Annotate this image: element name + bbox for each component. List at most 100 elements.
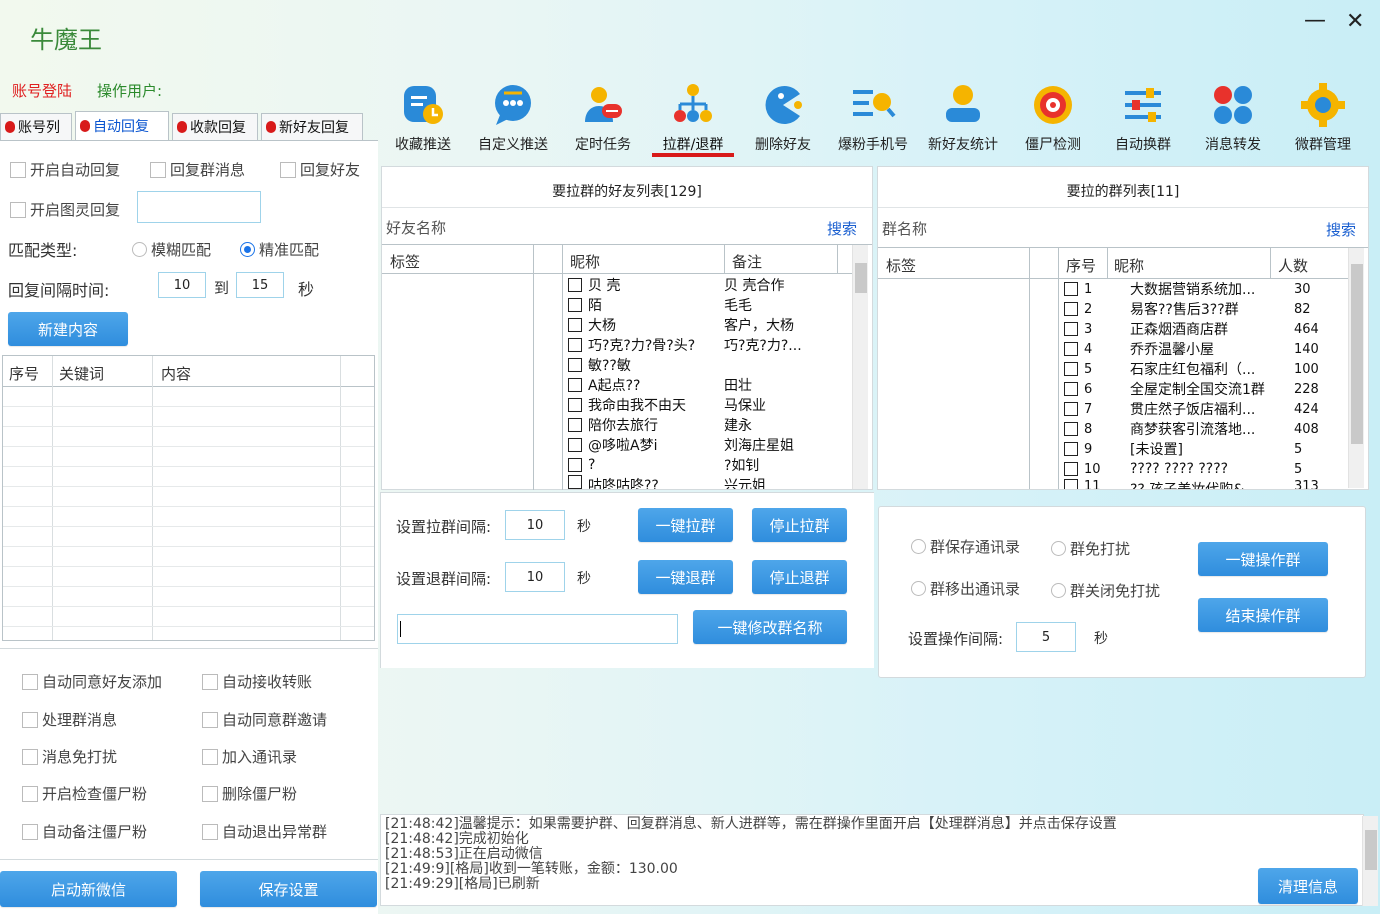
- toolbar-new-friend-stats[interactable]: 新好友统计: [920, 82, 1006, 154]
- row-checkbox[interactable]: [568, 398, 582, 412]
- row-checkbox[interactable]: [568, 378, 582, 392]
- group-row[interactable]: 4 乔乔温馨小屋 140: [1064, 339, 1319, 359]
- friend-row[interactable]: 咕咚咕咚?? 兴元姐: [568, 475, 834, 489]
- group-row[interactable]: 8 商梦获客引流落地... 408: [1064, 419, 1319, 439]
- stop-pull-group-button[interactable]: 停止拉群: [752, 508, 847, 542]
- scroll-thumb[interactable]: [1365, 830, 1377, 870]
- row-checkbox[interactable]: [1064, 382, 1078, 396]
- groups-search-link[interactable]: 搜索: [1326, 219, 1356, 240]
- friend-row[interactable]: 巧?克?力?骨?头? 巧?克?力?...: [568, 335, 834, 355]
- log-output[interactable]: [21:48:42]温馨提示：如果需要护群、回复群消息、新人进群等，需在群操作里…: [380, 814, 1364, 906]
- row-checkbox[interactable]: [1064, 302, 1078, 316]
- option-checkbox[interactable]: 加入通讯录: [202, 746, 297, 767]
- toolbar-delete-friend[interactable]: 删除好友: [740, 82, 826, 154]
- save-settings-button[interactable]: 保存设置: [200, 871, 377, 907]
- group-rename-input[interactable]: [397, 614, 678, 644]
- group-row[interactable]: 10 ???? ???? ???? 5: [1064, 459, 1302, 479]
- row-checkbox[interactable]: [1064, 479, 1078, 489]
- row-checkbox[interactable]: [568, 358, 582, 372]
- row-checkbox[interactable]: [568, 475, 582, 489]
- row-checkbox[interactable]: [568, 298, 582, 312]
- pull-interval-input[interactable]: 10: [505, 510, 565, 540]
- friend-row[interactable]: @哆啦A梦i 刘海庄星姐: [568, 435, 834, 455]
- col-header-tag[interactable]: 标签: [390, 251, 420, 272]
- group-row[interactable]: 3 正森烟酒商店群 464: [1064, 319, 1319, 339]
- group-row[interactable]: 11 ?? 孩子美妆代购&...313: [1064, 479, 1319, 489]
- group-row[interactable]: 1 大数据营销系统加... 30: [1064, 279, 1311, 299]
- save-to-contacts-radio[interactable]: 群保存通讯录: [911, 536, 1020, 557]
- friend-row[interactable]: 敏??敏: [568, 355, 834, 375]
- group-row[interactable]: 2 易客??售后3??群 82: [1064, 299, 1311, 319]
- mute-group-radio[interactable]: 群免打扰: [1051, 538, 1130, 559]
- start-new-wechat-button[interactable]: 启动新微信: [0, 871, 177, 907]
- one-key-rename-group-button[interactable]: 一键修改群名称: [693, 610, 847, 644]
- unmute-group-radio[interactable]: 群关闭免打扰: [1051, 580, 1160, 601]
- friend-row[interactable]: 我命由我不由天 马保业: [568, 395, 834, 415]
- toolbar-pull-quit-group[interactable]: 拉群/退群: [650, 82, 736, 154]
- end-operate-group-button[interactable]: 结束操作群: [1198, 598, 1328, 632]
- col-header-keyword[interactable]: 关键词: [59, 363, 104, 384]
- friend-row[interactable]: 贝 壳 贝 壳合作: [568, 275, 834, 295]
- col-header-index[interactable]: 序号: [1066, 255, 1096, 276]
- account-login-link[interactable]: 账号登陆: [12, 80, 72, 101]
- row-checkbox[interactable]: [1064, 422, 1078, 436]
- interval-from-input[interactable]: 10: [158, 272, 206, 298]
- friend-row[interactable]: 大杨 客户，大杨: [568, 315, 834, 335]
- group-row[interactable]: 6 全屋定制全国交流1群 228: [1064, 379, 1319, 399]
- friend-row[interactable]: ? ?如钊: [568, 455, 834, 475]
- toolbar-phone-fans[interactable]: 爆粉手机号: [830, 82, 916, 154]
- toolbar-micro-group-manage[interactable]: 微群管理: [1280, 82, 1366, 154]
- reply-friend-checkbox[interactable]: 回复好友: [280, 159, 360, 180]
- option-checkbox[interactable]: 自动同意群邀请: [202, 709, 327, 730]
- toolbar-custom-push[interactable]: 自定义推送: [470, 82, 556, 154]
- col-header-index[interactable]: 序号: [9, 363, 39, 384]
- scroll-thumb[interactable]: [1351, 264, 1363, 444]
- one-key-quit-group-button[interactable]: 一键退群: [638, 560, 733, 594]
- friend-row[interactable]: 陌 毛毛: [568, 295, 834, 315]
- tab-account-list[interactable]: 账号列: [0, 113, 72, 141]
- reply-group-msg-checkbox[interactable]: 回复群消息: [150, 159, 245, 180]
- col-header-remark[interactable]: 备注: [732, 251, 762, 272]
- reply-content-table[interactable]: 序号 关键词 内容: [2, 355, 375, 641]
- option-checkbox[interactable]: 自动接收转账: [202, 671, 312, 692]
- row-checkbox[interactable]: [1064, 362, 1078, 376]
- clear-log-button[interactable]: 清理信息: [1258, 868, 1358, 904]
- interval-to-input[interactable]: 15: [236, 272, 284, 298]
- exact-match-radio[interactable]: 精准匹配: [240, 239, 319, 260]
- row-checkbox[interactable]: [568, 458, 582, 472]
- row-checkbox[interactable]: [568, 278, 582, 292]
- quit-interval-input[interactable]: 10: [505, 562, 565, 592]
- option-checkbox[interactable]: 消息免打扰: [22, 746, 117, 767]
- row-checkbox[interactable]: [568, 438, 582, 452]
- friend-row[interactable]: A起点?? 田壮: [568, 375, 834, 395]
- option-checkbox[interactable]: 开启检查僵尸粉: [22, 783, 147, 804]
- toolbar-zombie-detect[interactable]: 僵尸检测: [1010, 82, 1096, 154]
- row-checkbox[interactable]: [568, 338, 582, 352]
- row-checkbox[interactable]: [1064, 402, 1078, 416]
- close-button[interactable]: ✕: [1346, 9, 1364, 34]
- group-row[interactable]: 5 石家庄红包福利（... 100: [1064, 359, 1319, 379]
- one-key-pull-group-button[interactable]: 一键拉群: [638, 508, 733, 542]
- row-checkbox[interactable]: [568, 418, 582, 432]
- option-checkbox[interactable]: 删除僵尸粉: [202, 783, 297, 804]
- one-key-operate-group-button[interactable]: 一键操作群: [1198, 542, 1328, 576]
- col-header-content[interactable]: 内容: [161, 363, 191, 384]
- toolbar-scheduled-task[interactable]: 定时任务: [560, 82, 646, 154]
- fuzzy-match-radio[interactable]: 模糊匹配: [132, 239, 211, 260]
- row-checkbox[interactable]: [1064, 282, 1078, 296]
- remove-from-contacts-radio[interactable]: 群移出通讯录: [911, 578, 1020, 599]
- enable-auto-reply-checkbox[interactable]: 开启自动回复: [10, 159, 120, 180]
- row-checkbox[interactable]: [1064, 322, 1078, 336]
- col-header-member-count[interactable]: 人数: [1278, 255, 1308, 276]
- tab-new-friend-reply[interactable]: 新好友回复: [261, 113, 363, 141]
- row-checkbox[interactable]: [1064, 442, 1078, 456]
- operation-interval-input[interactable]: 5: [1016, 622, 1076, 652]
- turing-key-input[interactable]: [137, 191, 261, 223]
- scroll-thumb[interactable]: [855, 263, 867, 293]
- minimize-button[interactable]: —: [1304, 8, 1326, 33]
- friends-grid[interactable]: 标签 昵称 备注 贝 壳 贝 壳合作 陌 毛毛 大杨 客户，大杨 巧?克?力?骨?头?…: [382, 244, 872, 490]
- tab-auto-reply[interactable]: 自动回复: [75, 111, 169, 141]
- friends-search-link[interactable]: 搜索: [827, 218, 857, 239]
- group-row[interactable]: 9 [未设置] 5: [1064, 439, 1302, 459]
- enable-turing-checkbox[interactable]: 开启图灵回复: [10, 199, 120, 220]
